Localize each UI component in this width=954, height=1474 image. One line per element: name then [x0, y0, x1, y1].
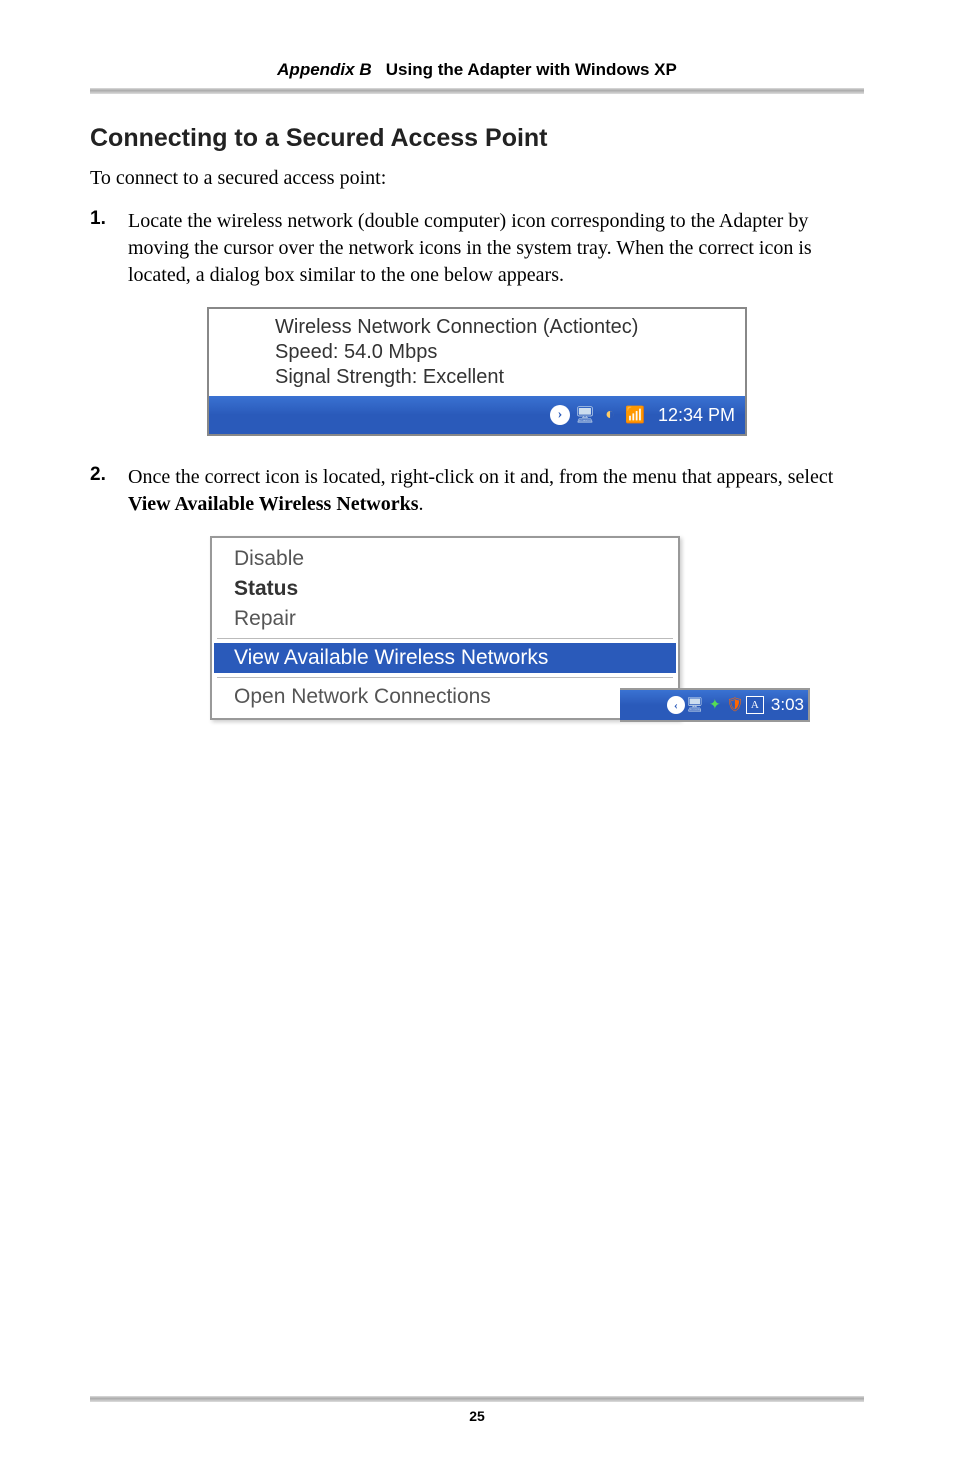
- page-number: 25: [90, 1408, 864, 1424]
- system-tray: › 🖥 ◐ 📶 12:34 PM: [550, 405, 735, 426]
- running-header: Appendix B Using the Adapter with Window…: [90, 60, 864, 80]
- blue-app-icon: A: [746, 696, 764, 714]
- figure-tooltip-taskbar: Wireless Network Connection (Actiontec) …: [207, 307, 747, 436]
- taskbar-clock: 12:34 PM: [658, 405, 735, 426]
- tooltip-line: Speed: 54.0 Mbps: [275, 340, 638, 365]
- context-menu: Disable Status Repair View Available Wir…: [212, 538, 678, 718]
- step-body: Once the correct icon is located, right-…: [128, 464, 864, 518]
- taskbar-clock: 3:03: [771, 695, 804, 715]
- header-chapter-title: Using the Adapter with Windows XP: [386, 60, 677, 79]
- network-icon: 🖥: [686, 696, 704, 714]
- menu-separator: [217, 677, 673, 678]
- step-body: Locate the wireless network (double comp…: [128, 208, 864, 289]
- intro-text: To connect to a secured access point:: [90, 167, 864, 190]
- tooltip-line: Wireless Network Connection (Actiontec): [275, 315, 638, 340]
- section-heading: Connecting to a Secured Access Point: [90, 124, 864, 153]
- step-number: 2.: [90, 464, 128, 518]
- tooltip-box: Wireless Network Connection (Actiontec) …: [209, 309, 745, 396]
- taskbar-fragment: ‹ 🖥 ✦ 🛡 A 3:03: [620, 688, 810, 722]
- step-text-bold: View Available Wireless Networks: [128, 493, 419, 515]
- tooltip-text: Wireless Network Connection (Actiontec) …: [275, 313, 638, 390]
- step-1: 1. Locate the wireless network (double c…: [90, 208, 864, 289]
- tray-expand-icon: ›: [550, 405, 570, 425]
- green-icon: ✦: [706, 696, 724, 714]
- step-text-pre: Once the correct icon is located, right-…: [128, 466, 833, 488]
- page-footer: 25: [90, 1396, 864, 1424]
- figure-context-menu: Disable Status Repair View Available Wir…: [210, 536, 810, 720]
- menu-item-open-connections: Open Network Connections: [214, 682, 676, 712]
- volume-icon: ◐: [600, 405, 620, 425]
- menu-item-status: Status: [214, 574, 676, 604]
- menu-item-repair: Repair: [214, 604, 676, 634]
- step-2: 2. Once the correct icon is located, rig…: [90, 464, 864, 518]
- menu-separator: [217, 638, 673, 639]
- step-number: 1.: [90, 208, 128, 289]
- wireless-icon: 📶: [625, 405, 645, 425]
- tooltip-spacer: [215, 313, 275, 390]
- taskbar: › 🖥 ◐ 📶 12:34 PM: [209, 396, 745, 434]
- menu-item-disable: Disable: [214, 544, 676, 574]
- tooltip-line: Signal Strength: Excellent: [275, 365, 638, 390]
- tray-expand-icon: ‹: [667, 696, 685, 714]
- network-icon: 🖥: [575, 405, 595, 425]
- menu-item-view-networks: View Available Wireless Networks: [214, 643, 676, 673]
- appendix-label: Appendix B: [277, 60, 371, 79]
- shield-icon: 🛡: [726, 696, 744, 714]
- footer-divider: [90, 1396, 864, 1402]
- header-divider: [90, 88, 864, 94]
- step-text-post: .: [419, 493, 424, 515]
